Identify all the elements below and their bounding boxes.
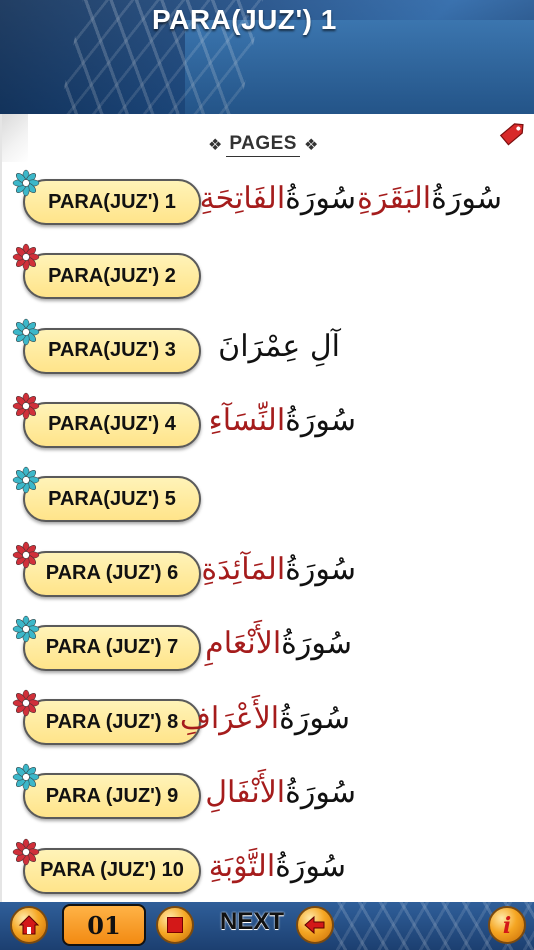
para-row: PARA (JUZ') 6 سُورَةُ المَآئِدَةِ bbox=[0, 533, 534, 607]
surah-word: سُورَةُ bbox=[281, 626, 352, 662]
para-button[interactable]: PARA(JUZ') 5 bbox=[23, 476, 201, 523]
flower-icon bbox=[12, 764, 40, 791]
home-button[interactable] bbox=[10, 906, 48, 944]
page-number-display[interactable]: 01 bbox=[62, 904, 146, 946]
tag-icon[interactable] bbox=[496, 116, 530, 150]
surah-title: المَآئِدَةِ bbox=[201, 552, 286, 587]
para-button[interactable]: PARA (JUZ') 9 bbox=[23, 773, 201, 820]
ornament-left-icon: ❖ bbox=[208, 137, 223, 154]
stop-button[interactable] bbox=[156, 906, 194, 944]
para-row: PARA (JUZ') 8 سُورَةُ الأَعْرَافِ bbox=[0, 681, 534, 755]
surah-name[interactable]: سُورَةُ الأَعْرَافِ bbox=[180, 693, 350, 743]
para-row: PARA (JUZ') 9 سُورَةُ الأَنْفَالِ bbox=[0, 755, 534, 829]
surah-title: الأَعْرَافِ bbox=[179, 700, 280, 736]
para-button[interactable]: PARA (JUZ') 7 bbox=[23, 624, 201, 671]
para-row: PARA (JUZ') 7 سُورَةُ الأَنْعَامِ bbox=[0, 607, 534, 681]
flower-icon bbox=[12, 838, 40, 865]
surah-name[interactable]: سُورَةُ الفَاتِحَةِ bbox=[200, 173, 356, 223]
info-button[interactable]: i bbox=[488, 906, 526, 944]
info-icon: i bbox=[503, 913, 511, 937]
para-row: PARA(JUZ') 1 سُورَةُ الفَاتِحَةِ سُورَةُ ا… bbox=[0, 161, 534, 235]
pages-label: PAGES bbox=[226, 133, 300, 157]
surah-word: سُورَةُ bbox=[285, 552, 356, 587]
flower-icon bbox=[12, 615, 40, 643]
ornament-right-icon: ❖ bbox=[303, 137, 319, 154]
surah-name[interactable]: سُورَةُ الأَنْعَامِ bbox=[205, 619, 352, 669]
para-button[interactable]: PARA(JUZ') 1 bbox=[23, 179, 201, 225]
para-row: PARA(JUZ') 5 bbox=[0, 458, 534, 532]
surah-word: سُورَةُ bbox=[275, 849, 346, 885]
surah-name[interactable]: سُورَةُ المَآئِدَةِ bbox=[201, 545, 356, 595]
flower-icon bbox=[12, 689, 40, 717]
surah-name[interactable]: سُورَةُ النِّسَآءِ bbox=[209, 396, 356, 446]
surah-title: الأَنْفَالِ bbox=[205, 774, 286, 810]
surah-title: البَقَرَةِ bbox=[357, 180, 432, 216]
surah-word: آلِ عِمْرَانَ bbox=[218, 329, 340, 365]
para-row: PARA (JUZ') 10 سُورَةُ التَّوْبَةِ bbox=[0, 830, 534, 904]
surah-title: التَّوْبَةِ bbox=[208, 849, 276, 885]
surah-title: الأَنْعَامِ bbox=[205, 626, 282, 662]
header-banner: PARA(JUZ') 1 bbox=[0, 0, 534, 114]
flower-icon bbox=[12, 318, 40, 345]
flower-icon bbox=[12, 466, 40, 494]
svg-text:i: i bbox=[503, 913, 511, 937]
surah-name[interactable]: سُورَةُ البَقَرَةِ bbox=[357, 173, 502, 223]
surah-word: سُورَةُ bbox=[279, 700, 350, 736]
arrow-left-icon bbox=[304, 915, 325, 935]
surah-title: النِّسَآءِ bbox=[208, 403, 286, 439]
flower-icon bbox=[12, 244, 40, 271]
next-button[interactable] bbox=[296, 906, 334, 944]
surah-word: سُورَةُ bbox=[431, 180, 502, 216]
para-row: PARA(JUZ') 2 bbox=[0, 235, 534, 309]
page-curl bbox=[0, 114, 28, 162]
page-title: PARA(JUZ') 1 bbox=[152, 4, 337, 35]
para-button[interactable]: PARA(JUZ') 4 bbox=[23, 401, 201, 448]
para-button[interactable]: PARA (JUZ') 6 bbox=[23, 550, 201, 597]
surah-word: سُورَةُ bbox=[285, 180, 356, 216]
surah-name[interactable]: سُورَةُ التَّوْبَةِ bbox=[209, 842, 346, 892]
surah-word: سُورَةُ bbox=[285, 774, 356, 810]
para-button[interactable]: PARA (JUZ') 8 bbox=[23, 699, 201, 746]
pages-heading: ❖ PAGES ❖ bbox=[208, 128, 318, 162]
para-button[interactable]: PARA(JUZ') 3 bbox=[23, 327, 201, 374]
next-label[interactable]: NEXT bbox=[220, 908, 284, 936]
para-button[interactable]: PARA (JUZ') 10 bbox=[23, 847, 201, 894]
surah-name[interactable]: سُورَةُ الأَنْفَالِ bbox=[205, 767, 356, 817]
surah-title: الفَاتِحَةِ bbox=[199, 180, 286, 216]
stop-icon bbox=[167, 917, 183, 933]
para-row: PARA(JUZ') 4 سُورَةُ النِّسَآءِ bbox=[0, 384, 534, 458]
flower-icon bbox=[12, 392, 40, 420]
flower-icon bbox=[12, 169, 40, 197]
surah-name[interactable]: آلِ عِمْرَانَ bbox=[218, 322, 340, 372]
surah-word: سُورَةُ bbox=[285, 403, 356, 439]
para-button[interactable]: PARA(JUZ') 2 bbox=[23, 253, 201, 300]
flower-icon bbox=[12, 541, 40, 568]
home-icon bbox=[18, 915, 40, 935]
para-row: PARA(JUZ') 3 آلِ عِمْرَانَ bbox=[0, 310, 534, 384]
